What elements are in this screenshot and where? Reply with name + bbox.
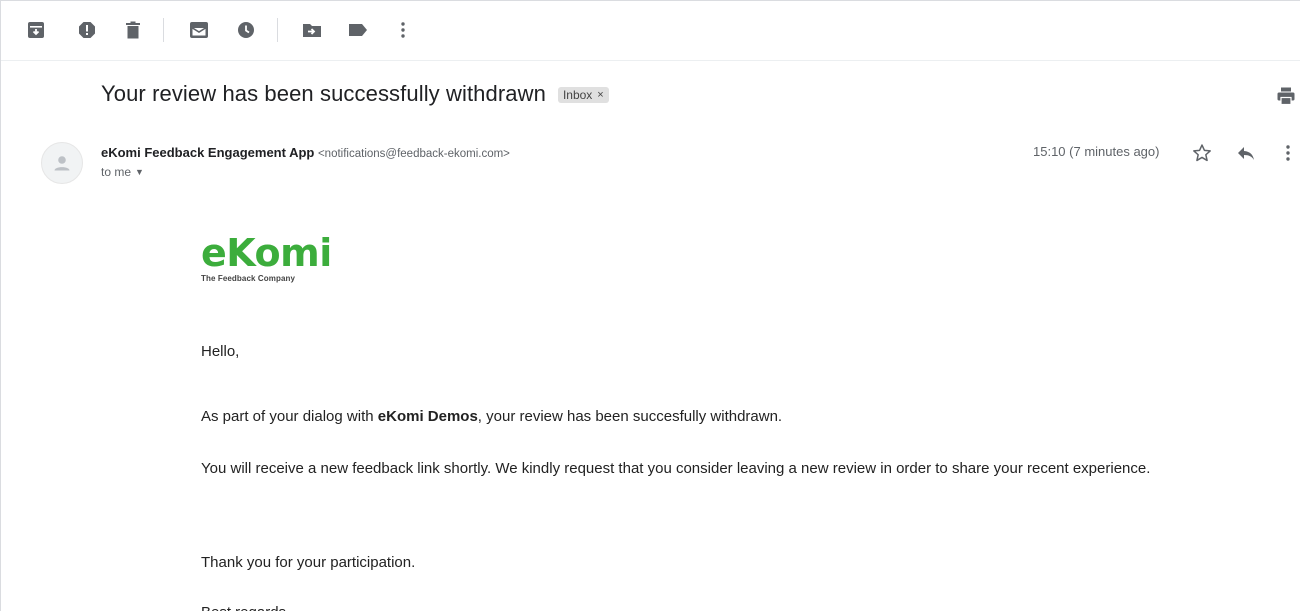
toolbar-divider (1, 60, 1300, 61)
toolbar-separator (277, 18, 278, 42)
email-view: Your review has been successfully withdr… (0, 0, 1300, 611)
label-chip-text: Inbox (562, 88, 593, 102)
sender-block: eKomi Feedback Engagement App <notificat… (101, 145, 510, 179)
logo-tagline: The Feedback Company (201, 274, 296, 283)
email-timestamp: 15:10 (7 minutes ago) (1033, 144, 1160, 159)
body-paragraph-1: As part of your dialog with eKomi Demos,… (201, 405, 1181, 429)
logo-wordmark: eKomi (201, 231, 332, 275)
snooze-icon[interactable] (235, 19, 257, 41)
email-subject: Your review has been successfully withdr… (101, 81, 546, 106)
remove-label-icon[interactable]: × (597, 89, 603, 101)
print-icon[interactable] (1276, 86, 1296, 106)
person-icon (54, 156, 70, 171)
reply-icon[interactable] (1234, 141, 1258, 165)
subject-row: Your review has been successfully withdr… (101, 81, 609, 107)
archive-icon[interactable] (25, 19, 47, 41)
mark-unread-icon[interactable] (188, 19, 210, 41)
recipient-details-toggle[interactable]: to me ▼ (101, 165, 510, 179)
sender-avatar[interactable] (41, 142, 83, 184)
delete-icon[interactable] (122, 19, 144, 41)
p1-text-after: , your review has been succesfully withd… (477, 408, 783, 425)
caret-down-icon: ▼ (135, 167, 144, 177)
p1-company-name: eKomi Demos (377, 408, 478, 425)
toolbar-separator (163, 18, 164, 42)
more-vert-icon[interactable] (392, 19, 414, 41)
move-to-icon[interactable] (301, 19, 323, 41)
email-toolbar (1, 1, 1300, 61)
report-spam-icon[interactable] (76, 19, 98, 41)
greeting: Hello, (201, 343, 240, 360)
sender-email: <notifications@feedback-ekomi.com> (317, 148, 510, 160)
label-icon[interactable] (347, 19, 369, 41)
body-paragraph-2: You will receive a new feedback link sho… (201, 460, 1151, 477)
sender-name[interactable]: eKomi Feedback Engagement App (101, 145, 314, 160)
signoff: Best regards, (201, 601, 1181, 611)
p1-text-before: As part of your dialog with (201, 408, 378, 425)
message-more-icon[interactable] (1276, 141, 1300, 165)
recipient-label: to me (101, 165, 132, 179)
body-paragraph-3: Thank you for your participation. (201, 554, 416, 571)
star-icon[interactable] (1190, 141, 1214, 165)
ekomi-logo: eKomi The Feedback Company (201, 233, 332, 283)
inbox-label-chip[interactable]: Inbox × (557, 87, 609, 103)
